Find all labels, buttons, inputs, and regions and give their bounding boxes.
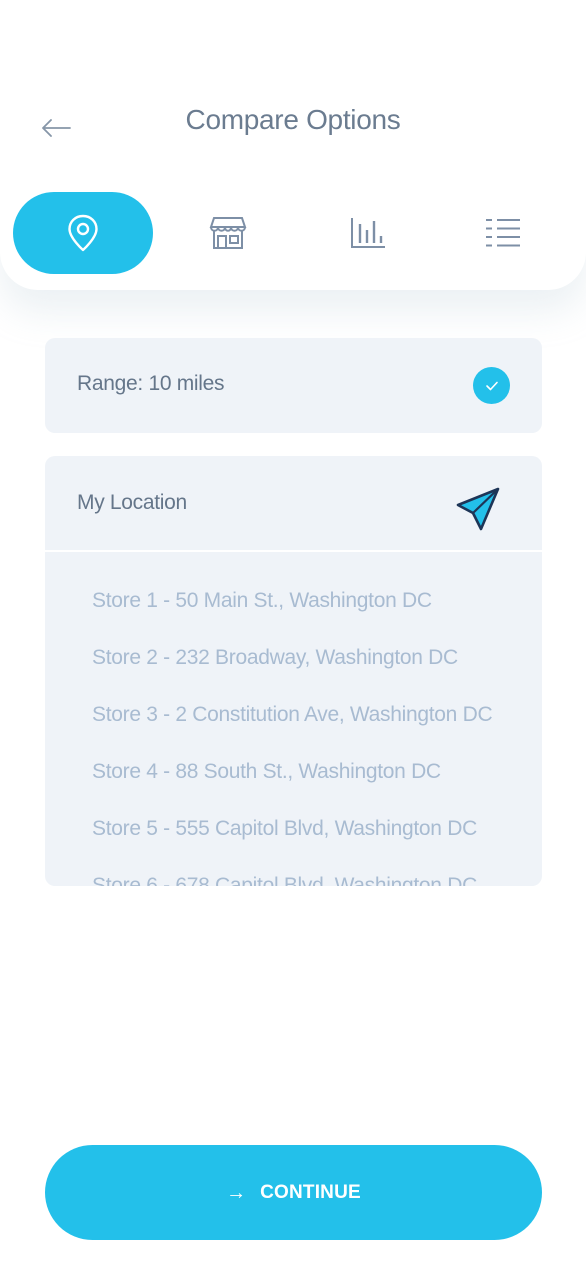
navigation-arrow-icon — [456, 487, 500, 531]
store-item-1[interactable]: Store 1 - 50 Main St., Washington DC — [92, 572, 494, 629]
header-card: Compare Options — [0, 0, 586, 290]
location-card: My Location Store 1 - 50 Main St., Washi… — [45, 456, 542, 886]
range-checkbox[interactable] — [473, 367, 510, 404]
continue-label: CONTINUE — [260, 1181, 361, 1203]
range-card[interactable]: Range: 10 miles — [45, 338, 542, 433]
store-item-4[interactable]: Store 4 - 88 South St., Washington DC — [92, 743, 494, 800]
store-item-3[interactable]: Store 3 - 2 Constitution Ave, Washington… — [92, 686, 494, 743]
bar-chart-icon — [351, 218, 385, 248]
tab-charts[interactable] — [298, 192, 438, 274]
tab-list[interactable] — [433, 192, 573, 274]
store-item-5[interactable]: Store 5 - 555 Capitol Blvd, Washington D… — [92, 800, 494, 857]
tab-stores[interactable] — [158, 192, 298, 274]
store-item-6[interactable]: Store 6 - 678 Capitol Blvd, Washington D… — [92, 857, 494, 886]
check-icon — [485, 381, 498, 390]
location-header[interactable]: My Location — [45, 456, 542, 552]
continue-button[interactable]: → CONTINUE — [45, 1145, 542, 1240]
location-pin-icon — [68, 214, 98, 252]
store-item-2[interactable]: Store 2 - 232 Broadway, Washington DC — [92, 629, 494, 686]
store-list[interactable]: Store 1 - 50 Main St., Washington DC Sto… — [45, 554, 542, 886]
locate-me-button[interactable] — [451, 482, 505, 536]
page-title: Compare Options — [185, 104, 401, 135]
location-label: My Location — [77, 491, 187, 514]
list-icon — [486, 219, 520, 247]
storefront-icon — [209, 217, 247, 249]
range-label: Range: 10 miles — [77, 372, 225, 395]
tab-location[interactable] — [13, 192, 153, 274]
arrow-right-icon: → — [226, 1181, 247, 1204]
